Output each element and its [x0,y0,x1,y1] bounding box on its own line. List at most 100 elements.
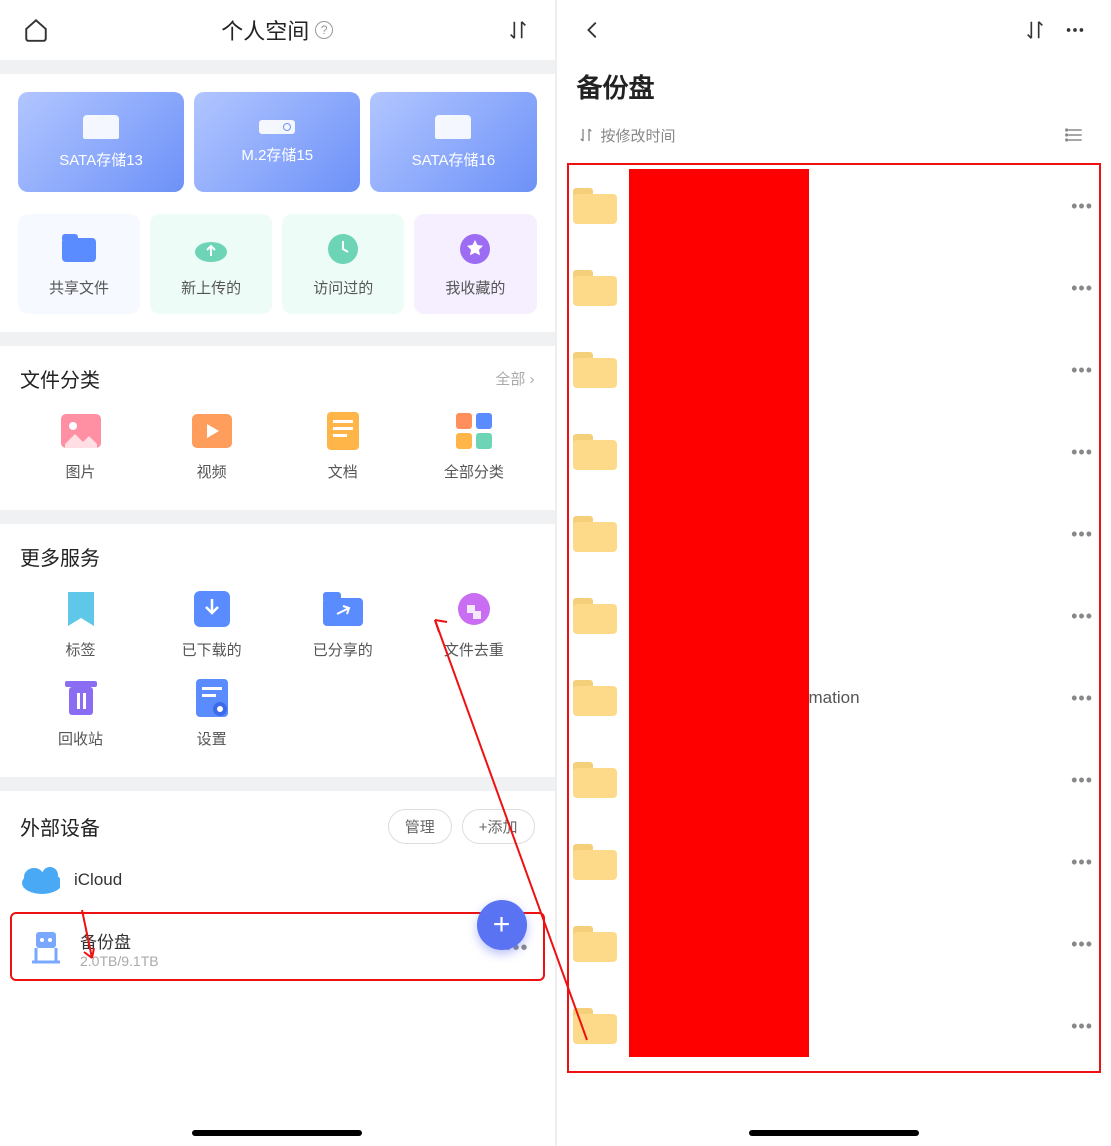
service-label: 已下载的 [182,639,242,660]
home-indicator [192,1130,362,1136]
folder-icon [573,188,617,224]
service-tags[interactable]: 标签 [20,589,141,660]
category-label: 全部分类 [444,461,504,482]
more-dots-icon[interactable]: ••• [1071,770,1093,791]
help-icon[interactable]: ? [315,21,333,39]
cloud-upload-icon [191,231,231,267]
more-dots-icon[interactable]: ••• [1071,360,1093,381]
service-settings[interactable]: 设置 [151,678,272,749]
settings-doc-icon [190,678,234,718]
service-label: 已分享的 [313,639,373,660]
folder-icon [573,598,617,634]
category-documents[interactable]: 文档 [282,411,403,482]
home-indicator [749,1130,919,1136]
highlight-box-backup: + 备份盘 2.0TB/9.1TB ••• [10,912,545,981]
section-title: 文件分类 [20,364,100,393]
sort-by-modified[interactable]: 按修改时间 [577,125,676,146]
service-dedup[interactable]: 文件去重 [413,589,534,660]
ssd-icon [259,120,295,134]
external-label: iCloud [74,870,122,890]
download-icon [190,589,234,629]
storage-card-sata13[interactable]: SATA存储13 [18,92,184,192]
quick-favorites[interactable]: 我收藏的 [414,214,536,314]
external-capacity: 2.0TB/9.1TB [80,953,490,969]
folder-icon [573,434,617,470]
more-dots-icon[interactable]: ••• [1071,688,1093,709]
cloud-icon [20,864,60,896]
quick-recently-visited[interactable]: 访问过的 [282,214,404,314]
right-pane: 备份盘 按修改时间 ••••••••••••••••••mation••••••… [557,0,1111,1146]
quick-shared-files[interactable]: 共享文件 [18,214,140,314]
more-icon[interactable] [1059,14,1091,46]
folder-icon [573,762,617,798]
folder-name-fragment: mation [809,688,860,708]
folder-hand-icon [59,231,99,267]
service-label: 文件去重 [444,639,504,660]
service-recycle-bin[interactable]: 回收站 [20,678,141,749]
manage-button[interactable]: 管理 [388,809,452,844]
external-devices-head: 外部设备 管理 +添加 [0,809,555,844]
clock-icon [323,231,363,267]
category-videos[interactable]: 视频 [151,411,272,482]
sort-icon[interactable] [502,14,534,46]
left-pane: 个人空间 ? SATA存储13 M.2存储15 SATA存储16 共享文件 新上… [0,0,557,1146]
folder-icon [573,680,617,716]
quick-label: 共享文件 [49,277,109,298]
category-all[interactable]: 全部分类 [413,411,534,482]
storage-label: M.2存储15 [241,144,313,165]
add-button[interactable]: +添加 [462,809,535,844]
category-images[interactable]: 图片 [20,411,141,482]
service-label: 回收站 [58,728,103,749]
sort-small-icon [577,126,595,144]
more-dots-icon[interactable]: ••• [1071,196,1093,217]
external-icloud[interactable]: iCloud [0,854,555,906]
more-dots-icon[interactable]: ••• [1071,278,1093,299]
divider [0,332,555,346]
list-view-icon[interactable] [1059,119,1091,151]
file-categories-section: 文件分类 全部 › 图片 视频 文档 全部分类 [0,346,555,510]
more-dots-icon[interactable]: ••• [1071,524,1093,545]
quick-label: 新上传的 [181,277,241,298]
page-title: 个人空间 [221,14,309,46]
quick-row: 共享文件 新上传的 访问过的 我收藏的 [0,204,555,332]
grid-icon [452,411,496,451]
more-dots-icon[interactable]: ••• [1071,934,1093,955]
home-icon[interactable] [20,14,52,46]
storage-card-m2-15[interactable]: M.2存储15 [194,92,360,192]
nas-device-icon [26,933,66,965]
service-label: 标签 [66,639,96,660]
more-dots-icon[interactable]: ••• [1071,442,1093,463]
redaction-block [629,169,809,1057]
more-services-section: 更多服务 标签 已下载的 已分享的 文件去重 回收站 [0,524,555,777]
storage-card-sata16[interactable]: SATA存储16 [370,92,536,192]
more-dots-icon[interactable]: ••• [1071,1016,1093,1037]
trash-icon [59,678,103,718]
service-downloaded[interactable]: 已下载的 [151,589,272,660]
external-backup-disk[interactable]: 备份盘 2.0TB/9.1TB ••• [18,924,537,973]
see-all-link[interactable]: 全部 › [495,368,534,389]
hdd-icon [435,115,471,139]
right-header [557,0,1111,60]
fab-add-button[interactable]: + [477,900,527,950]
folder-icon [573,926,617,962]
more-dots-icon[interactable]: ••• [1071,852,1093,873]
service-shared[interactable]: 已分享的 [282,589,403,660]
sort-bar: 按修改时间 [557,119,1111,159]
section-title: 外部设备 [20,812,100,841]
more-dots-icon[interactable]: ••• [1071,606,1093,627]
dedup-icon [452,589,496,629]
category-label: 图片 [66,461,96,482]
storage-label: SATA存储16 [412,149,496,170]
quick-recent-upload[interactable]: 新上传的 [150,214,272,314]
folder-icon [573,352,617,388]
left-header: 个人空间 ? [0,0,555,60]
quick-label: 访问过的 [313,277,373,298]
category-label: 文档 [328,461,358,482]
back-icon[interactable] [577,14,609,46]
video-icon [190,411,234,451]
service-label: 设置 [197,728,227,749]
divider [0,510,555,524]
sort-icon[interactable] [1019,14,1051,46]
highlight-box-list: ••• ••• ••• ••• ••• ••• mation ••• ••• ••• ••• ••• [567,163,1102,1073]
page-title: 备份盘 [557,60,1111,119]
